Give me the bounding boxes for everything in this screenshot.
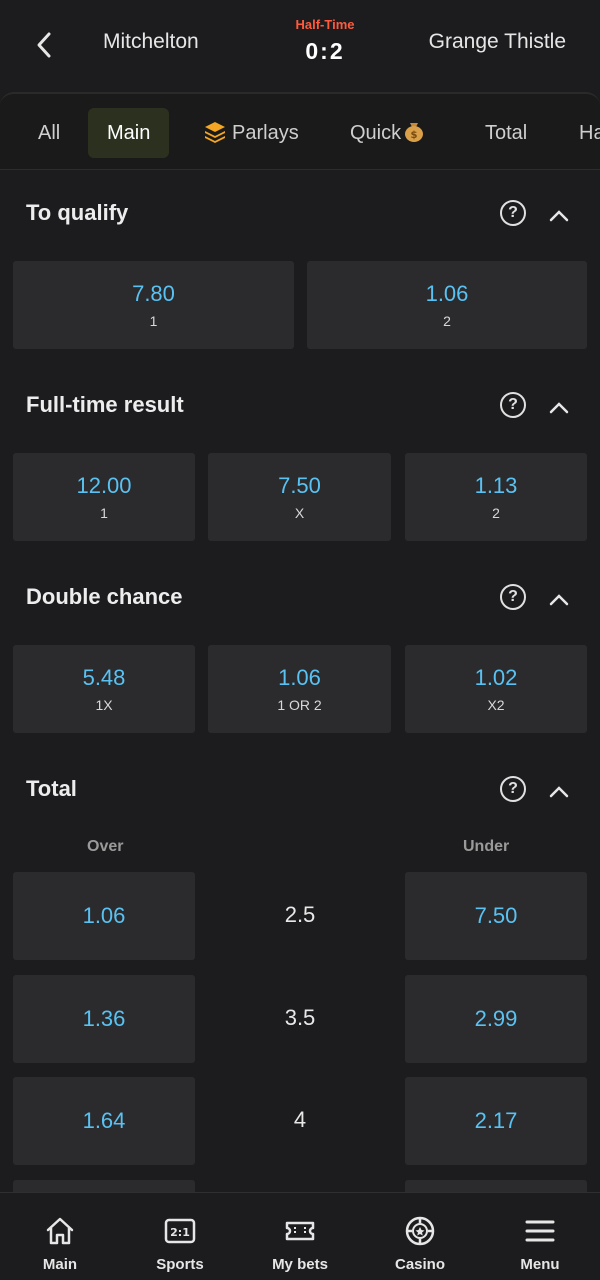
odds-label: 1X	[95, 697, 113, 713]
odds-button[interactable]: 7.50 X	[208, 453, 391, 541]
tab-label: Ha	[579, 122, 600, 144]
odds-label: 1	[149, 313, 158, 329]
odds-button[interactable]: 12.00 1	[13, 453, 195, 541]
nav-sports[interactable]: 2:1 Sports	[120, 1193, 240, 1280]
odds-value: 12.00	[76, 473, 132, 498]
nav-label: My bets	[272, 1256, 328, 1273]
odds-value: 1.06	[278, 665, 321, 690]
nav-label: Main	[42, 1256, 78, 1273]
nav-my-bets[interactable]: My bets	[240, 1193, 360, 1280]
section-title-to-qualify: To qualify	[26, 200, 129, 225]
tab-handicap[interactable]: Ha	[560, 108, 600, 158]
over-column-header: Over	[87, 838, 124, 855]
section-title-total: Total	[26, 776, 77, 801]
odds-button[interactable]: 1.02 X2	[405, 645, 587, 733]
odds-label: 1 OR 2	[277, 697, 322, 713]
nav-label: Menu	[520, 1256, 560, 1273]
help-icon[interactable]: ?	[500, 392, 526, 418]
odds-value: 1.06	[425, 281, 469, 306]
nav-menu[interactable]: Menu	[480, 1193, 600, 1280]
odds-button[interactable]: 1.13 2	[405, 453, 587, 541]
nav-label: Casino	[394, 1256, 445, 1273]
tab-label: Parlays	[232, 122, 299, 144]
svg-text:$: $	[411, 130, 418, 141]
section-title-full-time-result: Full-time result	[26, 392, 184, 417]
over-odds-button[interactable]: 1.64	[13, 1077, 195, 1165]
help-icon[interactable]: ?	[500, 776, 526, 802]
odds-button[interactable]: 5.48 1X	[13, 645, 195, 733]
tab-label: Quick	[350, 122, 402, 144]
odds-button[interactable]: 7.80 1	[13, 261, 294, 349]
scoreboard-icon: 2:1	[164, 1218, 196, 1244]
odds-value: 2.99	[474, 1006, 518, 1031]
bottom-navigation: Main 2:1 Sports My bets Casino Menu	[0, 1192, 600, 1280]
chevron-up-icon[interactable]	[549, 784, 569, 798]
odds-button[interactable]: 1.06 1 OR 2	[208, 645, 391, 733]
tab-main[interactable]: Main	[88, 108, 170, 158]
tab-quick[interactable]: Quick $	[331, 108, 444, 158]
odds-value: 1.36	[82, 1006, 126, 1031]
nav-casino[interactable]: Casino	[360, 1193, 480, 1280]
odds-value: 7.80	[132, 281, 175, 306]
tab-label: Total	[485, 122, 528, 144]
section-title-double-chance: Double chance	[26, 584, 183, 609]
tab-parlays[interactable]: Parlays	[184, 108, 318, 158]
odds-value: 5.48	[82, 665, 126, 690]
odds-value: 2.17	[474, 1108, 518, 1133]
total-line: 4	[293, 1107, 307, 1132]
odds-label: 1	[100, 505, 108, 521]
market-tabs: All Main Parlays Quick $ Total Ha	[0, 92, 600, 170]
odds-value: 1.13	[474, 473, 518, 498]
under-odds-button[interactable]: 2.17	[405, 1077, 587, 1165]
chevron-up-icon[interactable]	[549, 400, 569, 414]
total-line: 3.5	[284, 1005, 316, 1030]
chevron-up-icon[interactable]	[549, 208, 569, 222]
casino-chip-icon	[405, 1216, 435, 1246]
over-odds-button[interactable]: 1.36	[13, 975, 195, 1063]
odds-value: 7.50	[278, 473, 321, 498]
odds-value: 1.02	[474, 665, 518, 690]
under-odds-button[interactable]: 7.50	[405, 872, 587, 960]
over-odds-button[interactable]: 1.06	[13, 872, 195, 960]
tab-all[interactable]: All	[19, 108, 79, 158]
odds-label: X	[294, 505, 305, 521]
tab-label: Main	[107, 122, 151, 144]
nav-label: Sports	[156, 1256, 204, 1273]
under-column-header: Under	[463, 838, 510, 855]
total-line: 2.5	[284, 902, 316, 927]
layers-icon	[205, 122, 225, 143]
under-odds-button[interactable]: 2.99	[405, 975, 587, 1063]
odds-label: X2	[487, 697, 505, 713]
help-icon[interactable]: ?	[500, 200, 526, 226]
odds-value: 7.50	[474, 903, 518, 928]
svg-text:2:1: 2:1	[170, 1226, 190, 1239]
tab-label: All	[38, 122, 61, 144]
tab-total[interactable]: Total	[466, 108, 546, 158]
odds-button[interactable]: 1.06 2	[307, 261, 587, 349]
odds-value: 1.64	[82, 1108, 126, 1133]
away-team-name: Grange Thistle	[428, 30, 566, 53]
odds-value: 1.06	[82, 903, 126, 928]
ticket-icon	[285, 1221, 315, 1241]
chevron-up-icon[interactable]	[549, 592, 569, 606]
match-header: Mitchelton Half-Time 0:2 Grange Thistle	[0, 0, 600, 88]
odds-label: 2	[443, 313, 451, 329]
home-icon	[46, 1217, 74, 1245]
menu-icon	[525, 1220, 555, 1242]
help-icon[interactable]: ?	[500, 584, 526, 610]
odds-label: 2	[492, 505, 500, 521]
nav-main[interactable]: Main	[0, 1193, 120, 1280]
money-bag-icon: $	[405, 123, 424, 142]
